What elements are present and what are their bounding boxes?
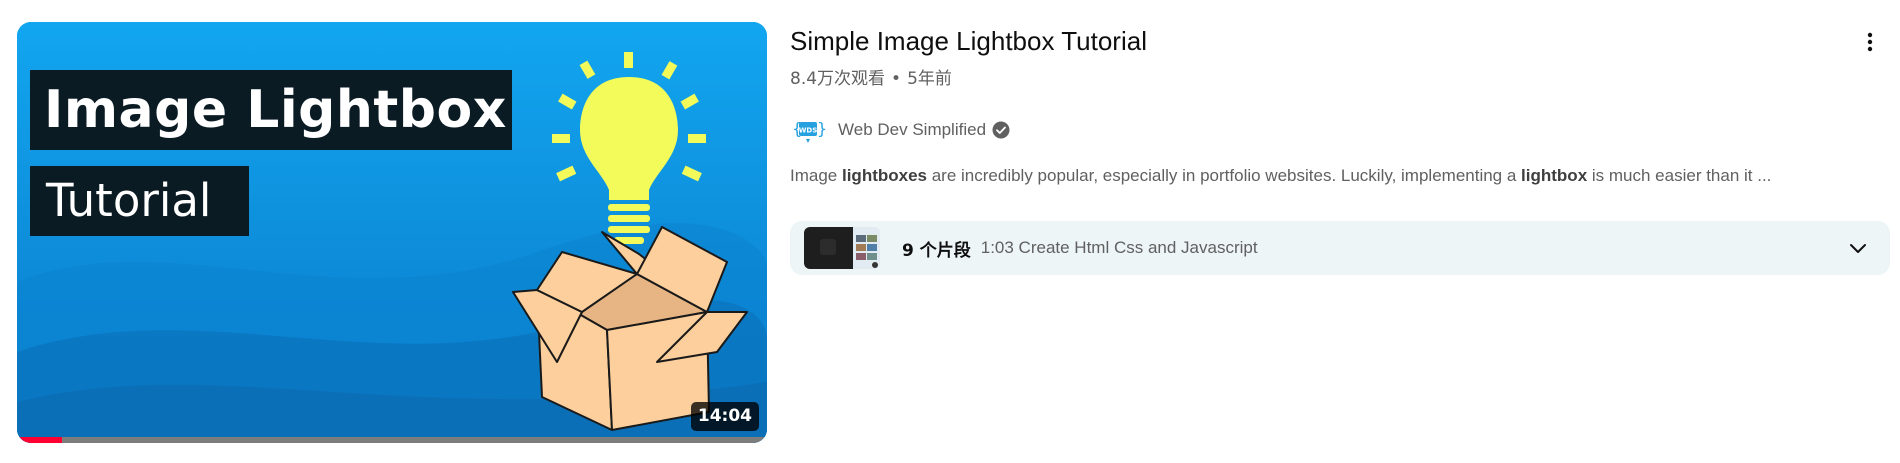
desc-highlight: lightboxes	[841, 166, 927, 185]
video-title[interactable]: Simple Image Lightbox Tutorial	[790, 26, 1147, 57]
channel-name[interactable]: Web Dev Simplified	[838, 120, 986, 140]
meta-separator: •	[891, 69, 902, 89]
chevron-down-icon[interactable]	[1846, 236, 1870, 260]
chapter-count: 9 个片段	[902, 240, 971, 261]
desc-text: are incredibly popular, especially in po…	[927, 166, 1522, 185]
svg-text:}: }	[817, 119, 826, 138]
thumbnail-title-line1: Image Lightbox	[30, 70, 512, 150]
channel-row[interactable]: { } WDS Web Dev Simplified	[790, 112, 1010, 148]
chapter-thumb-art	[853, 227, 880, 269]
avatar-text: WDS	[799, 127, 818, 135]
thumbnail-title-line2: Tutorial	[30, 166, 249, 236]
chapter-thumbnails	[804, 227, 880, 269]
upload-age: 5年前	[907, 69, 952, 89]
channel-avatar[interactable]: { } WDS	[790, 112, 826, 148]
more-vert-icon	[1867, 32, 1873, 52]
chapter-thumbnail	[853, 227, 880, 269]
chapter-thumbnail	[804, 227, 853, 269]
video-description-snippet: Image lightboxes are incredibly popular,…	[790, 166, 1771, 186]
desc-highlight: lightbox	[1521, 166, 1588, 185]
desc-text: is much easier than it ...	[1587, 166, 1772, 185]
wds-logo-icon: { } WDS	[792, 119, 826, 143]
watch-progress-bar	[17, 437, 767, 443]
watch-progress-fill	[17, 437, 62, 443]
video-metadata: 8.4万次观看 • 5年前	[790, 64, 952, 89]
chapter-thumb-art	[820, 239, 836, 255]
verified-check-icon	[992, 121, 1010, 139]
desc-text: Image	[790, 166, 842, 185]
current-chapter: 1:03 Create Html Css and Javascript	[980, 238, 1258, 257]
duration-badge: 14:04	[690, 402, 759, 431]
view-count: 8.4万次观看	[790, 69, 886, 89]
more-actions-button[interactable]	[1850, 22, 1890, 62]
video-thumbnail[interactable]: Image Lightbox Tutorial 14:04	[17, 22, 767, 443]
chapters-bar[interactable]: 9 个片段 1:03 Create Html Css and Javascrip…	[790, 221, 1890, 275]
